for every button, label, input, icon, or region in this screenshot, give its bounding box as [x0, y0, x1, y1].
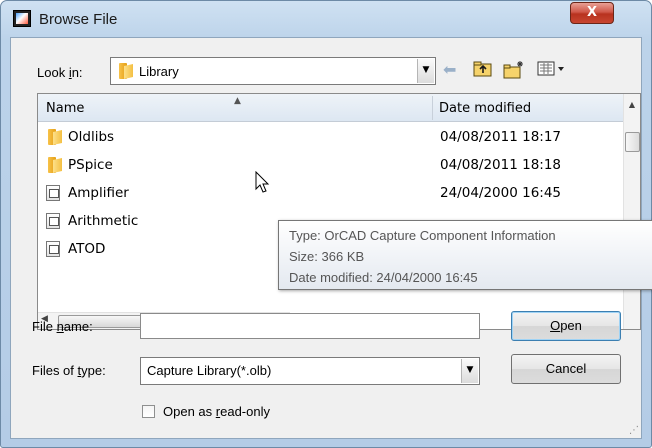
file-info-tooltip: Type: OrCAD Capture Component Informatio… [278, 220, 652, 290]
file-list[interactable]: Name ▲ Date modified Oldlibs 04/08/2011 … [37, 93, 641, 330]
view-menu-icon[interactable] [537, 60, 567, 80]
scroll-up-icon[interactable]: ▲ [624, 94, 640, 122]
file-type-value: Capture Library(*.olb) [147, 363, 272, 378]
cancel-button[interactable]: Cancel [511, 354, 621, 384]
look-in-dropdown[interactable]: Library ▼ [110, 57, 436, 85]
file-date: 24/04/2000 16:45 [440, 185, 562, 201]
new-folder-icon[interactable] [503, 60, 525, 80]
folder-icon [117, 63, 135, 79]
column-header-name[interactable]: Name [46, 101, 84, 116]
browse-file-dialog: Browse File X Look in: Library ▼ ⬅ Name … [0, 0, 652, 448]
vertical-scrollbar[interactable]: ▲ [623, 94, 640, 329]
scrollbar-thumb[interactable] [625, 132, 640, 152]
list-item[interactable]: Amplifier 24/04/2000 16:45 [38, 179, 624, 207]
folder-icon [46, 157, 64, 173]
read-only-label[interactable]: Open as read-only [163, 404, 270, 419]
open-button[interactable]: Open [511, 311, 621, 341]
column-header-date-modified[interactable]: Date modified [439, 101, 531, 116]
file-name: Amplifier [68, 185, 129, 201]
app-icon [13, 10, 31, 27]
file-name: ATOD [68, 241, 106, 257]
library-file-icon [46, 213, 60, 229]
close-button[interactable]: X [570, 2, 614, 24]
file-date: 04/08/2011 18:17 [440, 129, 562, 145]
look-in-label: Look in: [37, 65, 83, 80]
title-bar[interactable]: Browse File X [1, 1, 651, 37]
sort-ascending-icon: ▲ [234, 96, 241, 106]
tooltip-date: Date modified: 24/04/2000 16:45 [289, 270, 478, 285]
list-item[interactable]: Oldlibs 04/08/2011 18:17 [38, 123, 624, 151]
window-title: Browse File [39, 11, 118, 28]
chevron-down-icon[interactable]: ▼ [461, 359, 478, 383]
read-only-checkbox[interactable] [142, 405, 155, 418]
up-folder-icon[interactable] [473, 60, 493, 80]
file-name: Oldlibs [68, 129, 115, 145]
resize-grip-icon[interactable]: ⋰ [629, 426, 641, 438]
file-type-label: Files of type: [32, 363, 106, 378]
file-name-input[interactable] [140, 313, 480, 339]
back-arrow-icon[interactable]: ⬅ [443, 60, 456, 80]
file-type-dropdown[interactable]: Capture Library(*.olb) ▼ [140, 357, 480, 385]
file-name: Arithmetic [68, 213, 139, 229]
folder-icon [46, 129, 64, 145]
tooltip-type: Type: OrCAD Capture Component Informatio… [289, 228, 556, 243]
column-header-row: Name ▲ Date modified [38, 94, 624, 122]
library-file-icon [46, 241, 60, 257]
chevron-down-icon[interactable]: ▼ [417, 59, 434, 83]
column-divider[interactable] [432, 96, 433, 120]
file-name-label: File name: [32, 319, 93, 334]
mouse-cursor-icon [255, 171, 270, 193]
look-in-value: Library [139, 64, 179, 79]
file-date: 04/08/2011 18:18 [440, 157, 562, 173]
file-name: PSpice [68, 157, 113, 173]
tooltip-size: Size: 366 KB [289, 249, 365, 264]
library-file-icon [46, 185, 60, 201]
list-item[interactable]: PSpice 04/08/2011 18:18 [38, 151, 624, 179]
